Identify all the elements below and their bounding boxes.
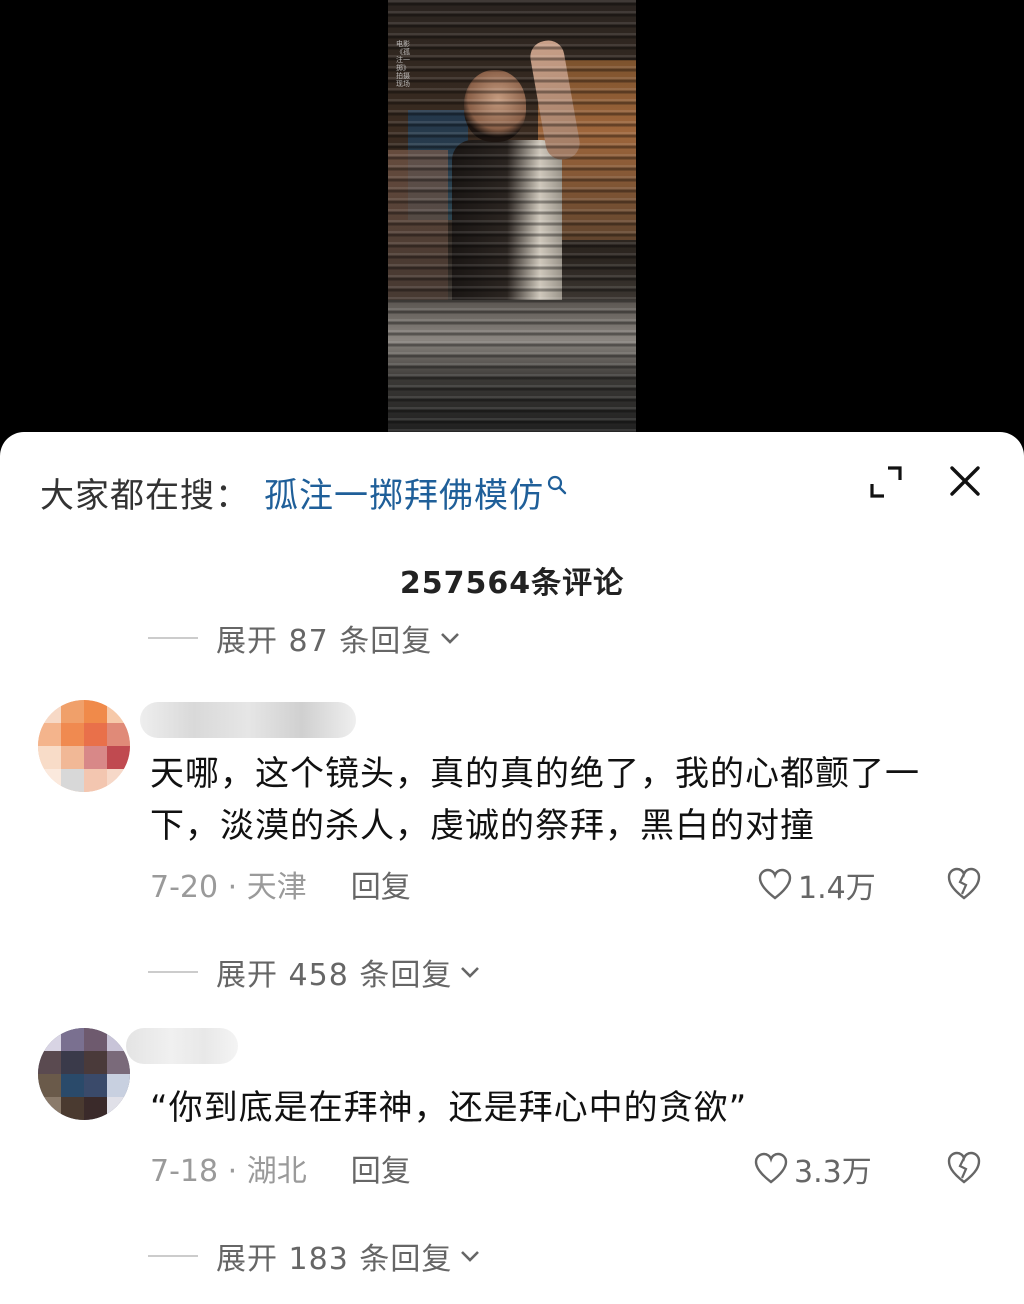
chevron-down-icon: [461, 967, 480, 978]
search-icon[interactable]: [546, 474, 568, 496]
close-icon[interactable]: [944, 460, 986, 502]
divider-line: [148, 637, 198, 639]
expand-replies-button[interactable]: 展开 87 条回复: [148, 618, 462, 659]
video-frame[interactable]: 电影《孤注一掷》拍摄现场: [388, 0, 636, 432]
comment-meta: 7-18 · 湖北 回复: [150, 1146, 411, 1190]
reply-button[interactable]: 回复: [351, 1146, 411, 1190]
comment-text: “你到底是在拜神，还是拜心中的贪欲”: [150, 1088, 748, 1128]
reply-button[interactable]: 回复: [351, 862, 411, 906]
avatar-image: [38, 1028, 130, 1120]
expand-icon[interactable]: [866, 462, 906, 502]
chevron-down-icon: [441, 633, 460, 644]
divider-line: [148, 1255, 198, 1257]
comment-sheet: 大家都在搜： 孤注一掷拜佛模仿 257564条评论 展开 87 条回复 天哪，这…: [0, 432, 1024, 1304]
like-count: 3.3万: [794, 1155, 872, 1190]
broken-heart-icon[interactable]: [946, 866, 982, 902]
search-label: 大家都在搜：: [40, 475, 250, 516]
divider-line: [148, 971, 198, 973]
like-button[interactable]: 3.3万: [754, 1149, 872, 1190]
username-blurred[interactable]: [126, 1028, 238, 1064]
username-blurred[interactable]: [140, 702, 356, 738]
video-player[interactable]: 电影《孤注一掷》拍摄现场: [0, 0, 1024, 440]
like-button[interactable]: 1.4万: [758, 865, 876, 906]
expand-replies-label: 展开 183 条回复: [216, 1242, 453, 1277]
video-window-blinds: [388, 0, 636, 432]
heart-icon: [754, 1152, 788, 1184]
avatar-image: [38, 700, 130, 792]
chevron-down-icon: [461, 1251, 480, 1262]
expand-replies-label: 展开 87 条回复: [216, 624, 433, 659]
video-caption: 电影《孤注一掷》拍摄现场: [396, 40, 410, 88]
heart-icon: [758, 868, 792, 900]
expand-replies-button[interactable]: 展开 458 条回复: [148, 952, 482, 993]
search-term-link[interactable]: 孤注一掷拜佛模仿: [264, 468, 544, 517]
avatar[interactable]: [38, 1028, 130, 1120]
avatar[interactable]: [38, 700, 130, 792]
comment-meta: 7-20 · 天津 回复: [150, 862, 411, 906]
comment-count: 257564条评论: [399, 566, 625, 601]
search-suggestion[interactable]: 大家都在搜： 孤注一掷拜佛模仿: [40, 468, 568, 516]
expand-replies-button[interactable]: 展开 183 条回复: [148, 1236, 482, 1277]
comment-text: 天哪，这个镜头，真的真的绝了，我的心都颤了一下，淡漠的杀人，虔诚的祭拜，黑白的对…: [150, 754, 920, 846]
like-count: 1.4万: [798, 871, 876, 906]
comment-date-location: 7-18 · 湖北: [150, 1154, 307, 1189]
expand-replies-label: 展开 458 条回复: [216, 958, 453, 993]
comment-date-location: 7-20 · 天津: [150, 870, 307, 905]
broken-heart-icon[interactable]: [946, 1150, 982, 1186]
